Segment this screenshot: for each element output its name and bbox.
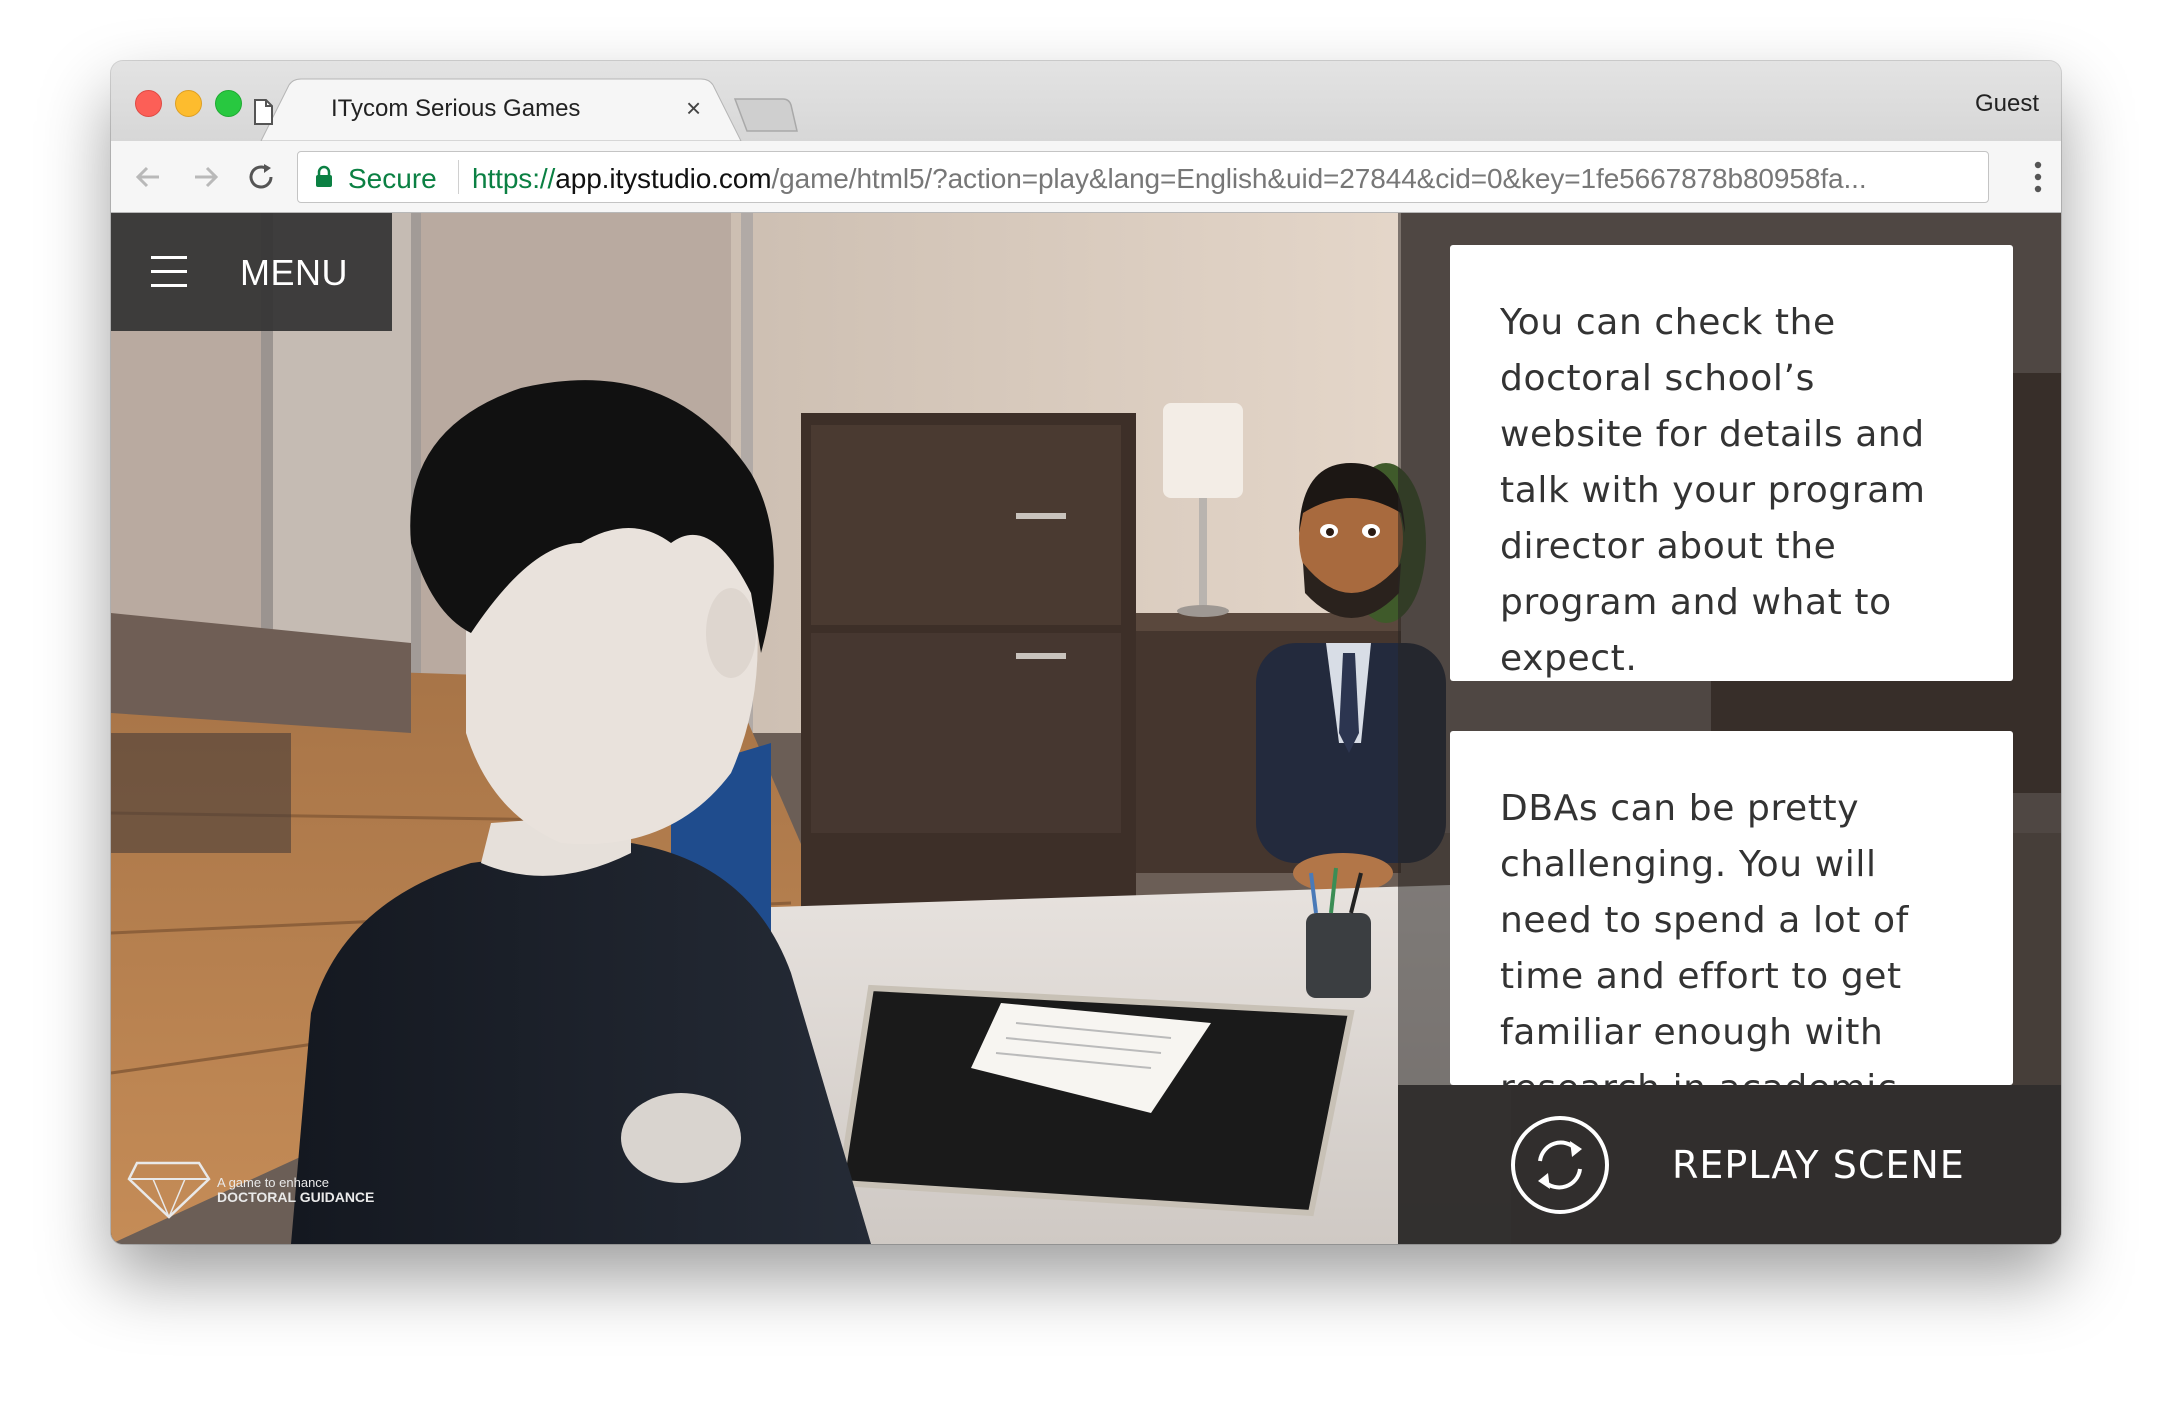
address-bar[interactable]: Secure https://app.itystudio.com/game/ht… (297, 151, 1989, 203)
menu-label: MENU (240, 252, 348, 293)
profile-label[interactable]: Guest (1975, 90, 2039, 118)
tab-title: ITycom Serious Games (331, 95, 581, 122)
url-path: /game/html5/?action=play&lang=English&ui… (771, 163, 1867, 194)
hamburger-icon (151, 256, 187, 287)
tab-strip: ITycom Serious Games × Guest (111, 61, 2061, 141)
toolbar: Secure https://app.itystudio.com/game/ht… (111, 141, 2061, 213)
logo-tagline: A game to enhance DOCTORAL GUIDANCE (217, 1175, 374, 1205)
replay-scene-button[interactable]: REPLAY SCENE (1398, 1085, 2061, 1244)
url-text[interactable]: https://app.itystudio.com/game/html5/?ac… (472, 163, 1867, 195)
url-scheme: https:// (472, 163, 556, 194)
secure-label: Secure (348, 163, 437, 194)
omnibox-divider (458, 160, 459, 194)
page-icon (254, 99, 273, 125)
replay-icon (1511, 1116, 1609, 1214)
close-tab-icon[interactable]: × (686, 95, 701, 121)
browser-window: ITycom Serious Games × Guest Secure http… (111, 61, 2061, 1244)
new-tab-button[interactable] (731, 97, 801, 133)
dialogue-option-card[interactable]: You can check the doctoral school’s webs… (1450, 245, 2013, 681)
replay-label: REPLAY SCENE (1672, 1143, 1965, 1187)
tab-itycom[interactable]: ITycom Serious Games × (111, 61, 811, 141)
dialogue-option-card[interactable]: DBAs can be pretty challenging. You will… (1450, 731, 2013, 1085)
forward-arrow-icon[interactable] (187, 159, 223, 195)
more-options-icon[interactable] (2033, 161, 2043, 193)
menu-button[interactable]: MENU (111, 213, 392, 331)
reload-icon[interactable] (243, 159, 279, 195)
supervisor-logo (127, 1161, 211, 1219)
back-arrow-icon[interactable] (131, 159, 167, 195)
lock-icon (316, 165, 332, 187)
game-viewport: MENU You can check the doctoral school’s… (111, 213, 2061, 1244)
url-host: app.itystudio.com (555, 163, 772, 194)
logo-tagline-line2: DOCTORAL GUIDANCE (217, 1189, 375, 1205)
logo-tagline-line1: A game to enhance (217, 1175, 330, 1190)
